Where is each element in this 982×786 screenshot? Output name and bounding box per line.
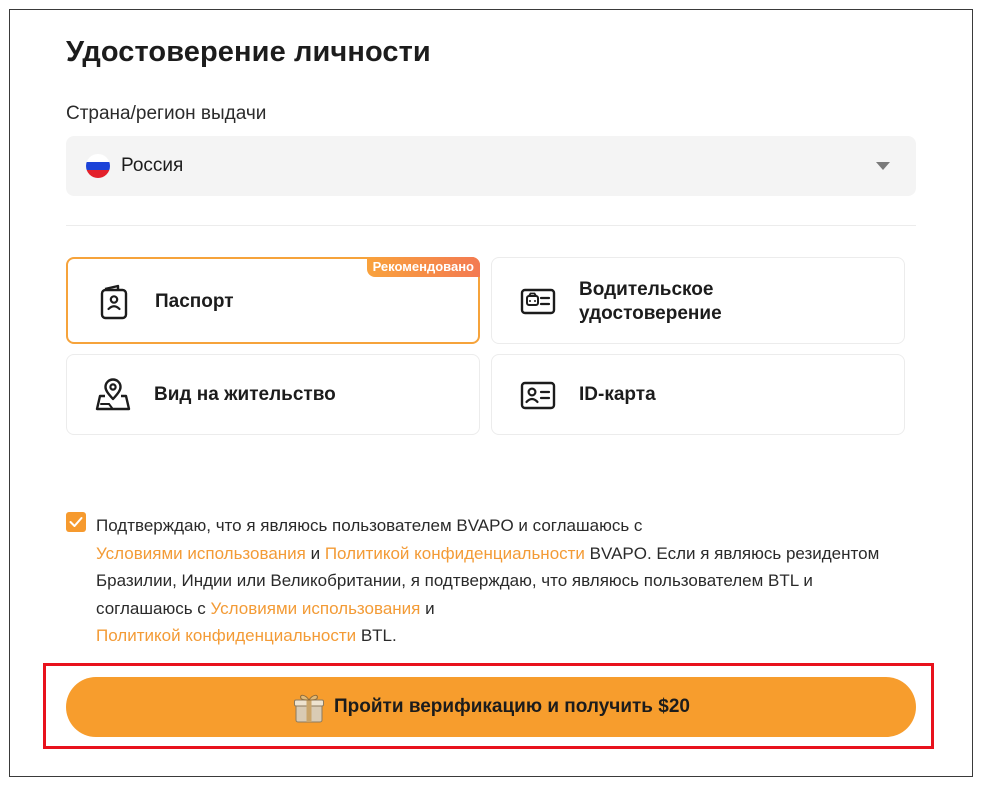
passport-icon xyxy=(100,284,128,320)
document-option-passport[interactable]: Паспорт Рекомендовано xyxy=(66,257,480,344)
recommended-badge: Рекомендовано xyxy=(366,257,480,277)
document-option-label-line: Водительское xyxy=(579,279,714,300)
document-option-label: Вид на жительство xyxy=(154,384,336,405)
country-field-label: Страна/регион выдачи xyxy=(66,103,267,124)
caret-down-icon[interactable] xyxy=(876,162,890,170)
document-option-residence-permit[interactable]: Вид на жительство xyxy=(66,354,480,435)
verify-and-get-bonus-button[interactable]: Пройти верификацию и получить $20 xyxy=(66,677,916,737)
consent-text-part: и xyxy=(420,598,435,618)
driver-license-icon xyxy=(520,288,556,315)
consent-checkbox[interactable] xyxy=(66,512,86,532)
country-select-value: Россия xyxy=(121,155,184,176)
document-option-label: Водительское удостоверение xyxy=(579,278,722,326)
russia-flag-icon xyxy=(86,154,110,178)
document-option-id-card[interactable]: ID-карта xyxy=(491,354,905,435)
terms-of-use-link-btl[interactable]: Условиями использования xyxy=(211,599,421,618)
terms-of-use-link-bvapo[interactable]: Условиями использования xyxy=(96,544,306,563)
document-option-driver-license[interactable]: Водительское удостоверение xyxy=(491,257,905,344)
document-option-label-line: удостоверение xyxy=(579,303,722,324)
cta-label: Пройти верификацию и получить $20 xyxy=(334,696,690,717)
consent-text-part: BTL. xyxy=(356,626,397,645)
consent-text-part: и xyxy=(305,543,325,563)
document-option-label: Паспорт xyxy=(155,291,234,312)
residence-permit-icon xyxy=(95,378,131,411)
gift-icon xyxy=(294,694,324,723)
divider xyxy=(66,225,916,226)
id-card-icon xyxy=(520,381,556,410)
country-select[interactable]: Россия xyxy=(66,136,916,196)
privacy-policy-link-btl[interactable]: Политикой конфиденциальности xyxy=(96,626,356,645)
consent-text-part: Подтверждаю, что я являюсь пользователем… xyxy=(96,516,643,535)
page-title: Удостоверение личности xyxy=(66,36,431,68)
consent-text: Подтверждаю, что я являюсь пользователем… xyxy=(96,512,886,650)
document-option-label: ID-карта xyxy=(579,384,656,405)
checkmark-icon xyxy=(69,517,83,527)
privacy-policy-link-bvapo[interactable]: Политикой конфиденциальности xyxy=(325,544,585,563)
